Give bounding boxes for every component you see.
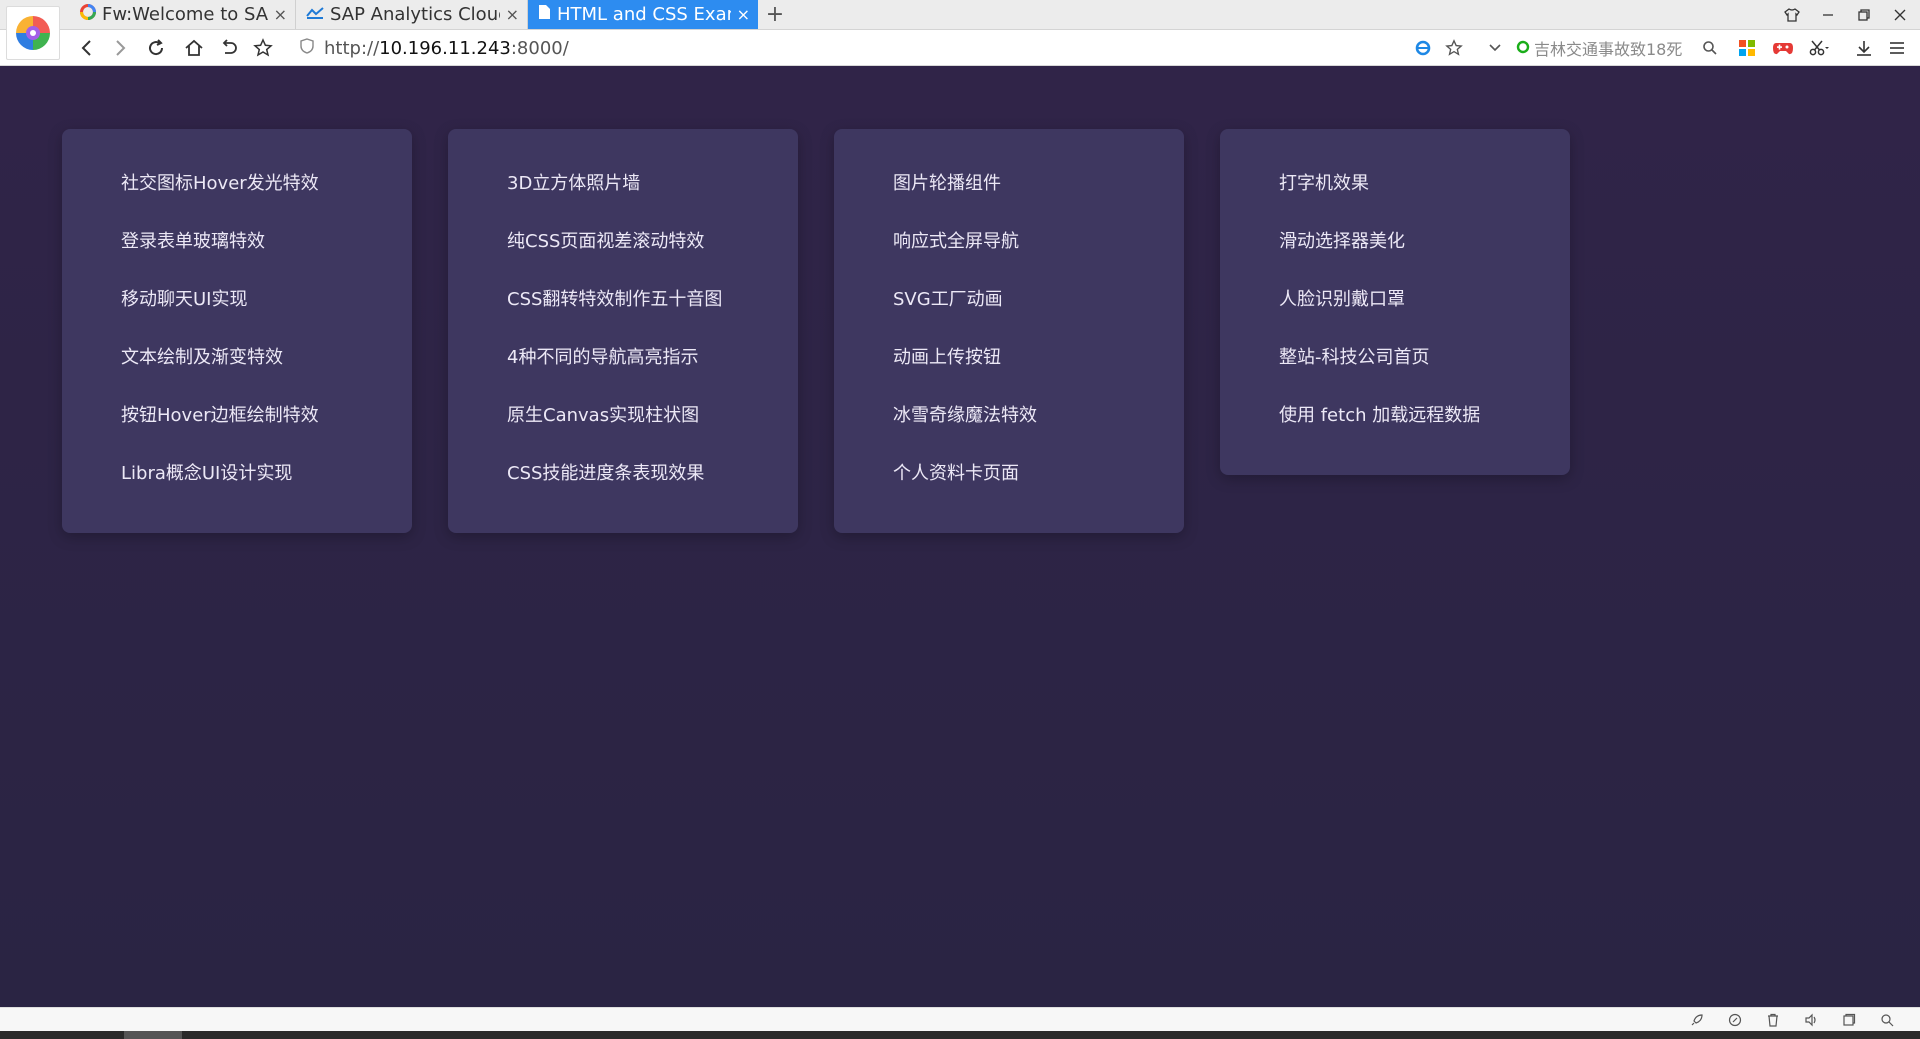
forward-icon[interactable] xyxy=(107,35,133,61)
demo-link[interactable]: 原生Canvas实现柱状图 xyxy=(448,399,798,457)
close-icon[interactable]: × xyxy=(737,5,750,24)
back-icon[interactable] xyxy=(74,35,100,61)
taskbar-item[interactable] xyxy=(124,1031,182,1039)
tab-fw-welcome[interactable]: Fw:Welcome to SAP × xyxy=(70,0,296,29)
home-icon[interactable] xyxy=(181,35,207,61)
minimize-icon[interactable] xyxy=(1810,0,1846,29)
search-engine-icon xyxy=(1516,39,1530,58)
demo-card-3: 图片轮播组件 响应式全屏导航 SVG工厂动画 动画上传按钮 冰雪奇缘魔法特效 个… xyxy=(834,129,1184,533)
tab-title: Fw:Welcome to SAP xyxy=(102,4,268,25)
demo-link[interactable]: 移动聊天UI实现 xyxy=(62,283,412,341)
demo-link[interactable]: 冰雪奇缘魔法特效 xyxy=(834,399,1184,457)
demo-link-list: 社交图标Hover发光特效 登录表单玻璃特效 移动聊天UI实现 文本绘制及渐变特… xyxy=(62,167,412,515)
favorite-star-icon[interactable] xyxy=(1441,35,1467,61)
shirt-skin-icon[interactable] xyxy=(1774,0,1810,29)
demo-link[interactable]: 使用 fetch 加载远程数据 xyxy=(1220,399,1570,457)
volume-icon[interactable] xyxy=(1792,1013,1830,1027)
browser-tab-bar: Fw:Welcome to SAP × SAP Analytics Cloud … xyxy=(0,0,1920,30)
demo-link[interactable]: 3D立方体照片墙 xyxy=(448,167,798,225)
demo-link[interactable]: 文本绘制及渐变特效 xyxy=(62,341,412,399)
game-controller-icon[interactable] xyxy=(1770,35,1796,61)
bookmark-star-icon[interactable] xyxy=(250,35,276,61)
close-icon[interactable]: × xyxy=(274,5,287,24)
page-content: 社交图标Hover发光特效 登录表单玻璃特效 移动聊天UI实现 文本绘制及渐变特… xyxy=(0,66,1920,1007)
search-hint-text: 吉林交通事故致18死 xyxy=(1534,40,1683,59)
demo-link-list: 图片轮播组件 响应式全屏导航 SVG工厂动画 动画上传按钮 冰雪奇缘魔法特效 个… xyxy=(834,167,1184,515)
tab-html-css-examples[interactable]: HTML and CSS Exam × xyxy=(528,0,758,29)
demo-link[interactable]: SVG工厂动画 xyxy=(834,283,1184,341)
apps-grid-icon[interactable] xyxy=(1734,35,1760,61)
tab-title: HTML and CSS Exam xyxy=(557,4,731,25)
url-host: 10.196.11.243 xyxy=(379,37,511,59)
rocket-icon[interactable] xyxy=(1678,1013,1716,1027)
demo-link[interactable]: 响应式全屏导航 xyxy=(834,225,1184,283)
demo-link[interactable]: Libra概念UI设计实现 xyxy=(62,457,412,515)
os-taskbar xyxy=(0,1031,1920,1039)
accelerate-icon[interactable] xyxy=(1716,1013,1754,1027)
page-icon xyxy=(538,4,551,25)
demo-card-4: 打字机效果 滑动选择器美化 人脸识别戴口罩 整站-科技公司首页 使用 fetch… xyxy=(1220,129,1570,475)
demo-link[interactable]: 4种不同的导航高亮指示 xyxy=(448,341,798,399)
new-tab-button[interactable]: + xyxy=(762,0,788,29)
demo-card-2: 3D立方体照片墙 纯CSS页面视差滚动特效 CSS翻转特效制作五十音图 4种不同… xyxy=(448,129,798,533)
demo-link[interactable]: 按钮Hover边框绘制特效 xyxy=(62,399,412,457)
demo-link[interactable]: CSS翻转特效制作五十音图 xyxy=(448,283,798,341)
browser-status-bar xyxy=(0,1007,1920,1032)
dropdown-chevron-icon[interactable] xyxy=(1482,35,1508,61)
url-suffix: :8000/ xyxy=(510,37,569,59)
demo-link[interactable]: 个人资料卡页面 xyxy=(834,457,1184,515)
search-suggestion[interactable]: 吉林交通事故致18死 xyxy=(1516,34,1682,62)
browser-logo-icon[interactable] xyxy=(6,6,60,60)
ie-compat-icon[interactable] xyxy=(1410,35,1436,61)
demo-link[interactable]: 登录表单玻璃特效 xyxy=(62,225,412,283)
demo-link[interactable]: 滑动选择器美化 xyxy=(1220,225,1570,283)
demo-link[interactable]: 打字机效果 xyxy=(1220,167,1570,225)
demo-link-list: 打字机效果 滑动选择器美化 人脸识别戴口罩 整站-科技公司首页 使用 fetch… xyxy=(1220,167,1570,457)
close-icon[interactable]: × xyxy=(506,5,519,24)
tab-sap-analytics[interactable]: SAP Analytics Cloud × xyxy=(296,0,528,29)
demo-card-1: 社交图标Hover发光特效 登录表单玻璃特效 移动聊天UI实现 文本绘制及渐变特… xyxy=(62,129,412,533)
url-prefix: http:// xyxy=(324,37,380,59)
window-icon[interactable] xyxy=(1830,1013,1868,1027)
zoom-icon[interactable] xyxy=(1868,1013,1906,1027)
restore-icon[interactable] xyxy=(1846,0,1882,29)
demo-link[interactable]: 社交图标Hover发光特效 xyxy=(62,167,412,225)
undo-icon[interactable] xyxy=(216,35,242,61)
url-field[interactable]: http://10.196.11.243:8000/ xyxy=(300,34,569,62)
menu-icon[interactable] xyxy=(1884,35,1910,61)
reload-icon[interactable] xyxy=(143,35,169,61)
shield-icon xyxy=(300,37,314,59)
scissors-icon[interactable] xyxy=(1806,35,1832,61)
google-icon xyxy=(80,4,96,25)
close-window-icon[interactable] xyxy=(1882,0,1918,29)
search-icon[interactable] xyxy=(1697,35,1723,61)
tab-title: SAP Analytics Cloud xyxy=(330,4,500,25)
demo-link-list: 3D立方体照片墙 纯CSS页面视差滚动特效 CSS翻转特效制作五十音图 4种不同… xyxy=(448,167,798,515)
download-icon[interactable] xyxy=(1851,35,1877,61)
demo-link[interactable]: 动画上传按钮 xyxy=(834,341,1184,399)
trash-icon[interactable] xyxy=(1754,1013,1792,1027)
demo-link[interactable]: 图片轮播组件 xyxy=(834,167,1184,225)
demo-link[interactable]: 整站-科技公司首页 xyxy=(1220,341,1570,399)
address-bar: http://10.196.11.243:8000/ 吉林交通事故致18死 xyxy=(0,30,1920,66)
demo-link[interactable]: 人脸识别戴口罩 xyxy=(1220,283,1570,341)
sap-icon xyxy=(306,4,324,25)
demo-link[interactable]: CSS技能进度条表现效果 xyxy=(448,457,798,515)
demo-link[interactable]: 纯CSS页面视差滚动特效 xyxy=(448,225,798,283)
